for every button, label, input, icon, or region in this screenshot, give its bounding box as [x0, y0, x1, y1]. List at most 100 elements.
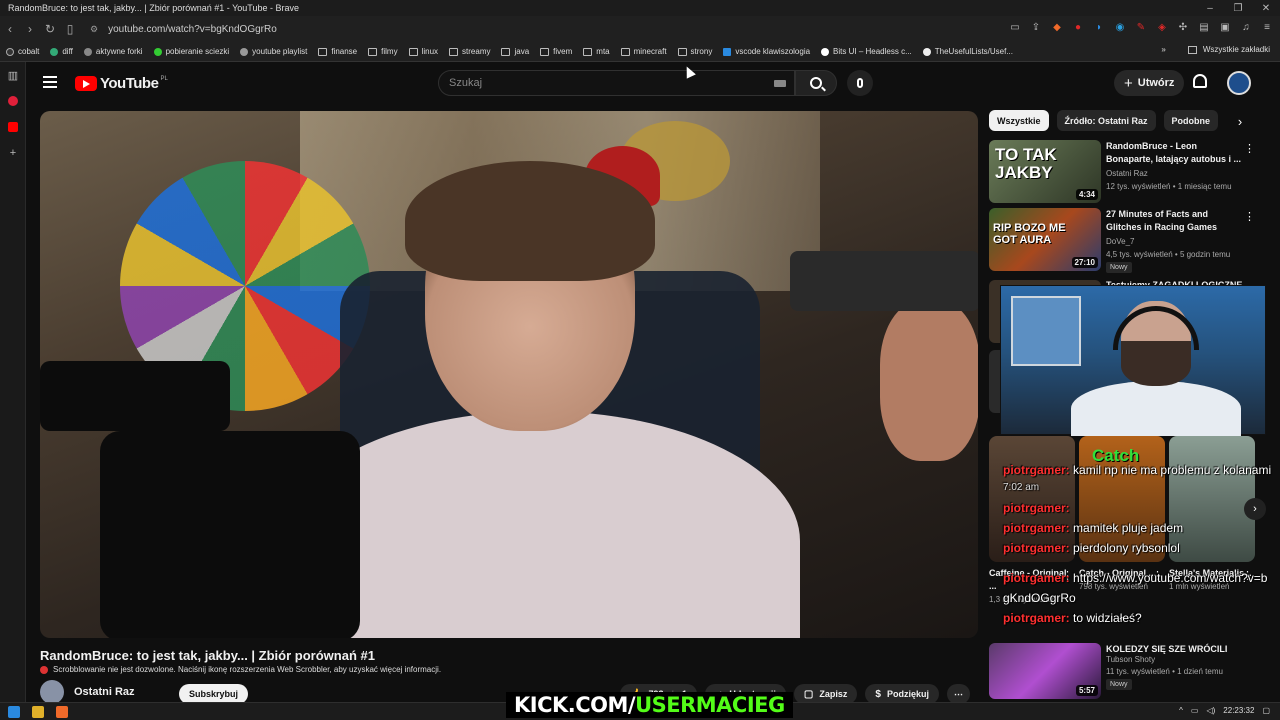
- more-actions-button[interactable]: ⋯: [946, 684, 970, 704]
- minimize-icon[interactable]: –: [1196, 0, 1224, 16]
- site-info-icon[interactable]: ⚙: [90, 24, 98, 35]
- search-placeholder: Szukaj: [449, 77, 483, 89]
- back-icon[interactable]: ‹: [0, 19, 20, 39]
- brave-shield-icon[interactable]: ◆: [1050, 20, 1064, 34]
- recommendation-meta: 11 tys. wyświetleń • 1 dzień temu: [1106, 667, 1223, 676]
- recommendation-title[interactable]: 27 Minutes of Facts and Glitches in Raci…: [1106, 208, 1244, 234]
- sidebar-toggle-icon[interactable]: ▥: [0, 62, 26, 88]
- bookmark-item[interactable]: cobalt: [6, 47, 39, 56]
- notifications-icon[interactable]: [1193, 74, 1207, 88]
- reload-icon[interactable]: ↻: [40, 19, 60, 39]
- extension-icon[interactable]: ◗: [1092, 20, 1106, 34]
- close-icon[interactable]: ✕: [1252, 0, 1280, 16]
- music-icon[interactable]: ♫: [1239, 20, 1253, 34]
- avatar[interactable]: [1227, 71, 1251, 95]
- thanks-button[interactable]: $ Podziękuj: [865, 684, 939, 704]
- chip-related[interactable]: Podobne: [1163, 110, 1219, 131]
- bookmark-folder[interactable]: java: [501, 47, 529, 56]
- folder-icon: [408, 47, 418, 56]
- recommendation-title[interactable]: RandomBruce - Leon Bonaparte, latający a…: [1106, 140, 1244, 166]
- system-tray: ^ ▭ ◁) 22:23:32 ▢: [1179, 706, 1270, 715]
- video-thumbnail[interactable]: RIP BOZO ME GOT AURA 27:10: [989, 208, 1101, 271]
- bookmark-folder[interactable]: fivem: [540, 47, 572, 56]
- extension-icon[interactable]: ●: [1071, 20, 1085, 34]
- file-explorer-icon[interactable]: [32, 706, 44, 718]
- channel-avatar[interactable]: [40, 680, 64, 704]
- volume-icon[interactable]: ◁): [1206, 706, 1215, 715]
- network-icon[interactable]: ▭: [1191, 706, 1199, 715]
- maximize-icon[interactable]: ❐: [1224, 0, 1252, 16]
- more-vert-icon[interactable]: ⋮: [1244, 210, 1255, 223]
- sidebar-icon[interactable]: ▤: [1197, 20, 1211, 34]
- share-icon[interactable]: ⇪: [1029, 20, 1043, 34]
- bookmark-folder[interactable]: mta: [583, 47, 610, 56]
- create-button[interactable]: + Utwórz: [1114, 70, 1185, 96]
- bookmarks-overflow-icon[interactable]: »: [1161, 45, 1165, 54]
- notification-center-icon[interactable]: ▢: [1262, 706, 1270, 715]
- video-thumbnail[interactable]: 5:57: [989, 643, 1101, 699]
- fork-icon: [83, 47, 92, 56]
- thumbnail-text: TO TAK JAKBY: [995, 145, 1057, 182]
- bookmark-label: TheUsefulLists/Usef...: [934, 47, 1013, 56]
- bookmark-item[interactable]: diff: [50, 47, 73, 56]
- bookmark-item[interactable]: TheUsefulLists/Usef...: [922, 47, 1013, 56]
- all-bookmarks[interactable]: » Wszystkie zakładki: [1161, 45, 1270, 54]
- scrobbler-icon: [40, 665, 48, 674]
- search-button[interactable]: [795, 70, 837, 96]
- extension-icon[interactable]: ◈: [1155, 20, 1169, 34]
- bookmark-folder[interactable]: linux: [408, 47, 438, 56]
- sidebar-app-icon[interactable]: [0, 88, 26, 114]
- bookmark-folder[interactable]: strony: [677, 47, 712, 56]
- bookmark-item[interactable]: vscode klawiszologia: [723, 47, 810, 56]
- banner-name: USERMACIEG: [635, 693, 785, 717]
- download-icon: [153, 47, 162, 56]
- extension-icon[interactable]: ◉: [1113, 20, 1127, 34]
- bookmark-item[interactable]: youtube playlist: [240, 47, 307, 56]
- window-title: RandomBruce: to jest tak, jakby... | Zbi…: [8, 3, 299, 13]
- forward-icon[interactable]: ›: [20, 19, 40, 39]
- youtube-logo[interactable]: YouTube PL: [75, 75, 168, 92]
- clock[interactable]: 22:23:32: [1223, 706, 1254, 715]
- recommendation-item[interactable]: 5:57 KOLEDZY SIĘ SZE WRÓCILI Tubson Shot…: [989, 643, 1259, 699]
- bookmark-item[interactable]: Bits UI – Headless c...: [821, 47, 912, 56]
- cast-icon[interactable]: ▭: [1008, 20, 1022, 34]
- chevron-right-icon[interactable]: ›: [1232, 113, 1248, 129]
- recommendation-channel[interactable]: Ostatni Raz: [1106, 169, 1148, 178]
- tray-chevron-icon[interactable]: ^: [1179, 706, 1183, 715]
- channel-name[interactable]: Ostatni Raz: [74, 686, 135, 698]
- more-vert-icon[interactable]: ⋮: [1244, 142, 1255, 155]
- chip-all[interactable]: Wszystkie: [989, 110, 1049, 131]
- keyboard-icon[interactable]: [774, 80, 786, 87]
- bookmark-folder[interactable]: minecraft: [620, 47, 667, 56]
- logo-region: PL: [160, 75, 168, 82]
- youtube-sidebar-icon[interactable]: [0, 114, 26, 140]
- recommendation-item[interactable]: TO TAK JAKBY 4:34 RandomBruce - Leon Bon…: [989, 140, 1259, 204]
- chip-source[interactable]: Źródło: Ostatni Raz: [1056, 110, 1156, 131]
- bookmark-folder[interactable]: finanse: [318, 47, 357, 56]
- puzzle-icon[interactable]: ✣: [1176, 20, 1190, 34]
- subscribe-button[interactable]: Subskrybuj: [179, 684, 249, 704]
- extension-icon[interactable]: ✎: [1134, 20, 1148, 34]
- menu-icon[interactable]: [43, 76, 57, 88]
- bookmark-folder[interactable]: streamy: [449, 47, 490, 56]
- bookmark-item[interactable]: aktywne forki: [83, 47, 143, 56]
- add-panel-icon[interactable]: +: [0, 140, 26, 166]
- video-thumbnail[interactable]: TO TAK JAKBY 4:34: [989, 140, 1101, 203]
- address-bar[interactable]: ⚙ youtube.com/watch?v=bgKndOGgrRo: [90, 20, 1030, 38]
- bookmark-icon[interactable]: ▯: [60, 19, 80, 39]
- window-titlebar: RandomBruce: to jest tak, jakby... | Zbi…: [0, 0, 1280, 16]
- recommendation-channel[interactable]: Tubson Shoty: [1106, 655, 1155, 664]
- channel-info[interactable]: Ostatni Raz: [40, 680, 135, 704]
- video-player[interactable]: [40, 111, 978, 638]
- recommendation-channel[interactable]: DoVe_7: [1106, 237, 1134, 246]
- bookmark-folder[interactable]: filmy: [368, 47, 398, 56]
- recommendation-item[interactable]: RIP BOZO ME GOT AURA 27:10 27 Minutes of…: [989, 208, 1259, 273]
- start-icon[interactable]: [8, 706, 20, 718]
- voice-search-button[interactable]: [847, 70, 873, 96]
- menu-icon[interactable]: ≡: [1260, 20, 1274, 34]
- save-button[interactable]: ▢ Zapisz: [793, 684, 858, 704]
- search-input[interactable]: Szukaj: [438, 70, 795, 96]
- bookmark-item[interactable]: pobieranie sciezki: [153, 47, 229, 56]
- brave-taskbar-icon[interactable]: [56, 706, 68, 718]
- wallet-icon[interactable]: ▣: [1218, 20, 1232, 34]
